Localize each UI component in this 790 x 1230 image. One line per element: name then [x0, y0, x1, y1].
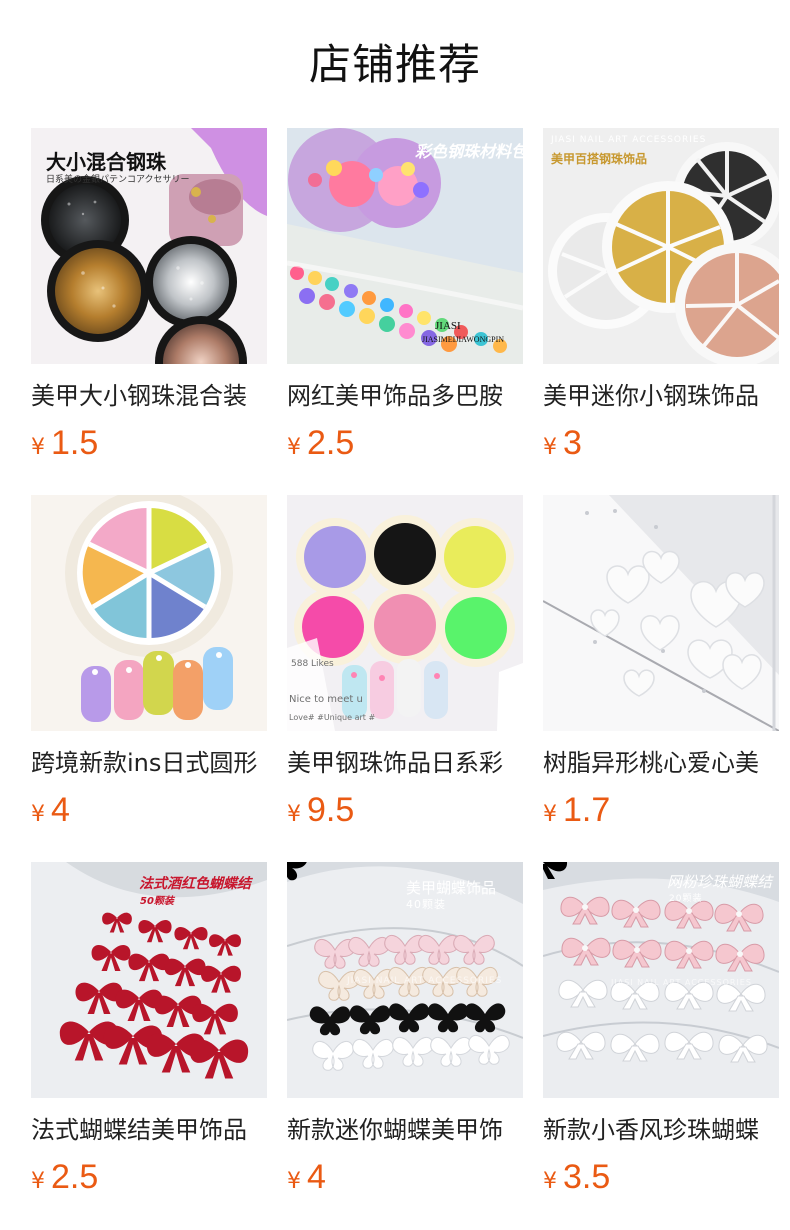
price-value: 3 [563, 424, 582, 462]
image-brand: JIASI NAIL ART ACCESSORIES [611, 978, 752, 987]
image-brand: JIASI NAIL ART ACCESSORIES [551, 135, 707, 145]
image-brand: JIASI [435, 320, 461, 332]
currency-symbol: ¥ [543, 802, 557, 827]
image-headline: 法式酒红色蝴蝶结 [139, 876, 251, 892]
product-image[interactable]: 588 Likes Nice to meet u Love# #Unique a… [287, 495, 523, 731]
product-card[interactable]: 跨境新款ins日式圆形 ¥4 [31, 495, 267, 862]
currency-symbol: ¥ [31, 802, 45, 827]
image-headline: 大小混合钢珠 [46, 150, 166, 174]
image-subline: 日系美の金銀パテンコアクセサリー [46, 175, 190, 185]
store-recommendations-page: 店铺推荐 大小混合钢珠 日系美の金銀パテンコアクセサリー 美甲大小钢珠混合装 ¥… [0, 0, 790, 1230]
price-value: 2.5 [307, 424, 355, 462]
currency-symbol: ¥ [287, 1169, 301, 1194]
product-title[interactable]: 法式蝴蝶结美甲饰品 [31, 1115, 267, 1145]
product-image[interactable]: 彩色钢珠材料包 JIASI JIASIMEIJIAWONGPIN [287, 128, 523, 364]
currency-symbol: ¥ [287, 802, 301, 827]
product-title[interactable]: 新款迷你蝴蝶美甲饰 [287, 1115, 523, 1145]
product-image[interactable]: 法式酒红色蝴蝶结 50颗装 [31, 862, 267, 1098]
currency-symbol: ¥ [287, 435, 301, 460]
product-card[interactable]: 美甲蝴蝶饰品 40颗装 JIASI NAIL ART ACCESSORIES 新… [287, 862, 523, 1229]
product-price: ¥4 [31, 790, 267, 830]
image-side-text: 588 Likes [291, 659, 334, 669]
price-value: 4 [51, 791, 70, 829]
colorful-beads-kit-image [287, 128, 523, 364]
price-value: 2.5 [51, 1158, 99, 1196]
product-price: ¥3 [543, 423, 779, 463]
price-value: 1.7 [563, 791, 611, 829]
price-value: 4 [307, 1158, 326, 1196]
product-image[interactable]: 网粉珍珠蝴蝶结 20颗装 JIASI NAIL ART ACCESSORIES [543, 862, 779, 1098]
product-card[interactable]: 大小混合钢珠 日系美の金銀パテンコアクセサリー 美甲大小钢珠混合装 ¥1.5 [31, 128, 267, 495]
image-subline: 50颗装 [140, 896, 174, 907]
product-image[interactable] [31, 495, 267, 731]
product-title[interactable]: 美甲迷你小钢珠饰品 [543, 381, 779, 411]
image-headline: 网粉珍珠蝴蝶结 [667, 873, 773, 891]
currency-symbol: ¥ [31, 1169, 45, 1194]
product-price: ¥3.5 [543, 1157, 779, 1197]
product-price: ¥9.5 [287, 790, 523, 830]
product-image[interactable] [543, 495, 779, 731]
product-price: ¥1.5 [31, 423, 267, 463]
price-value: 9.5 [307, 791, 355, 829]
image-tag-text: Love# #Unique art # [289, 713, 376, 722]
resin-heart-beads-image [543, 495, 779, 731]
product-grid: 大小混合钢珠 日系美の金銀パテンコアクセサリー 美甲大小钢珠混合装 ¥1.5 彩… [31, 128, 779, 1229]
image-headline: 美甲百搭钢珠饰品 [551, 152, 648, 166]
price-value: 1.5 [51, 424, 99, 462]
product-price: ¥2.5 [31, 1157, 267, 1197]
product-price: ¥1.7 [543, 790, 779, 830]
pastel-bead-wheel-image [31, 495, 267, 731]
product-card[interactable]: 彩色钢珠材料包 JIASI JIASIMEIJIAWONGPIN 网红美甲饰品多… [287, 128, 523, 495]
product-image[interactable]: 大小混合钢珠 日系美の金銀パテンコアクセサリー [31, 128, 267, 364]
product-card[interactable]: 法式酒红色蝴蝶结 50颗装 法式蝴蝶结美甲饰品 ¥2.5 [31, 862, 267, 1229]
product-image[interactable]: 美甲蝴蝶饰品 40颗装 JIASI NAIL ART ACCESSORIES [287, 862, 523, 1098]
page-title: 店铺推荐 [308, 40, 481, 89]
product-card[interactable]: JIASI NAIL ART ACCESSORIES 美甲百搭钢珠饰品 美甲迷你… [543, 128, 779, 495]
product-card[interactable]: 网粉珍珠蝴蝶结 20颗装 JIASI NAIL ART ACCESSORIES … [543, 862, 779, 1229]
price-value: 3.5 [563, 1158, 611, 1196]
product-title[interactable]: 美甲大小钢珠混合装 [31, 381, 267, 411]
product-title[interactable]: 跨境新款ins日式圆形 [31, 748, 267, 778]
product-title[interactable]: 树脂异形桃心爱心美 [543, 748, 779, 778]
product-title[interactable]: 新款小香风珍珠蝴蝶 [543, 1115, 779, 1145]
product-price: ¥4 [287, 1157, 523, 1197]
image-subline: 40颗装 [406, 898, 446, 911]
image-headline: 美甲蝴蝶饰品 [406, 879, 497, 897]
image-headline: 彩色钢珠材料包 [415, 142, 523, 161]
image-brand: JIASI NAIL ART ACCESSORIES [347, 976, 503, 986]
image-brand-line: JIASIMEIJIAWONGPIN [422, 335, 505, 344]
image-subline: 20颗装 [669, 894, 703, 904]
product-card[interactable]: 588 Likes Nice to meet u Love# #Unique a… [287, 495, 523, 862]
currency-symbol: ¥ [543, 1169, 557, 1194]
product-title[interactable]: 网红美甲饰品多巴胺 [287, 381, 523, 411]
currency-symbol: ¥ [31, 435, 45, 460]
product-card[interactable]: 树脂异形桃心爱心美 ¥1.7 [543, 495, 779, 862]
product-price: ¥2.5 [287, 423, 523, 463]
product-title[interactable]: 美甲钢珠饰品日系彩 [287, 748, 523, 778]
product-image[interactable]: JIASI NAIL ART ACCESSORIES 美甲百搭钢珠饰品 [543, 128, 779, 364]
image-card-text: Nice to meet u [289, 694, 363, 705]
currency-symbol: ¥ [543, 435, 557, 460]
